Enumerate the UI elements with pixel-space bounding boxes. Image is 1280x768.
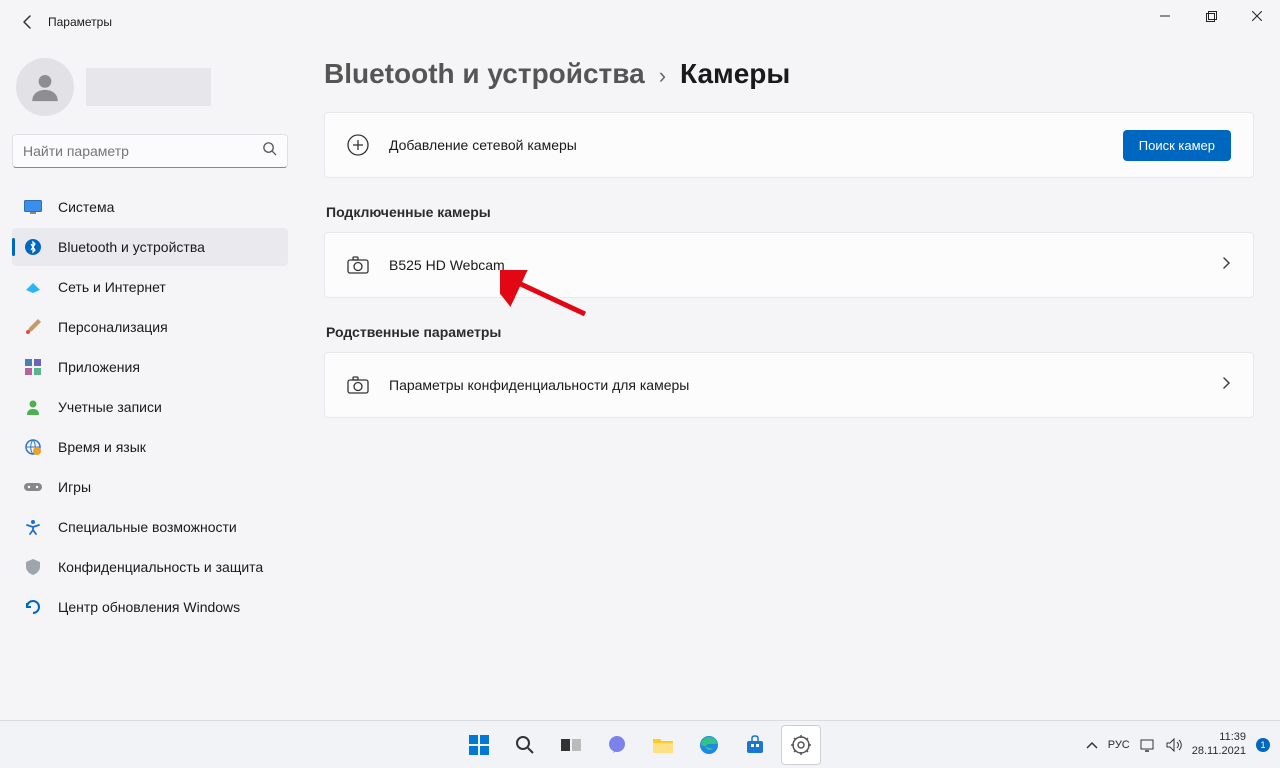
network-icon[interactable] xyxy=(1140,738,1156,752)
connected-cameras-heading: Подключенные камеры xyxy=(326,204,1254,220)
breadcrumb: Bluetooth и устройства › Камеры xyxy=(324,58,1254,90)
sidebar-item-system[interactable]: Система xyxy=(12,188,288,226)
folder-icon xyxy=(652,736,674,754)
related-settings-heading: Родственные параметры xyxy=(326,324,1254,340)
sidebar-item-label: Конфиденциальность и защита xyxy=(58,559,263,575)
sidebar-item-label: Персонализация xyxy=(58,319,168,335)
plus-circle-icon xyxy=(347,134,369,156)
gamepad-icon xyxy=(24,478,42,496)
window-title: Параметры xyxy=(48,15,112,29)
arrow-left-icon xyxy=(20,14,36,30)
tray-clock[interactable]: 11:39 28.11.2021 xyxy=(1192,731,1246,757)
avatar xyxy=(16,58,74,116)
update-icon xyxy=(24,598,42,616)
globe-icon xyxy=(24,438,42,456)
minimize-icon xyxy=(1160,11,1170,21)
sidebar-item-personalization[interactable]: Персонализация xyxy=(12,308,288,346)
edge-icon xyxy=(699,735,719,755)
sidebar-item-accounts[interactable]: Учетные записи xyxy=(12,388,288,426)
sidebar-item-network[interactable]: Сеть и Интернет xyxy=(12,268,288,306)
maximize-icon xyxy=(1206,11,1217,22)
taskbar-search[interactable] xyxy=(505,725,545,765)
accessibility-icon xyxy=(24,518,42,536)
search-icon xyxy=(515,735,535,755)
sidebar-item-windows-update[interactable]: Центр обновления Windows xyxy=(12,588,288,626)
chevron-right-icon xyxy=(1221,256,1231,275)
sidebar-item-gaming[interactable]: Игры xyxy=(12,468,288,506)
add-camera-label: Добавление сетевой камеры xyxy=(389,137,1123,153)
search-input[interactable] xyxy=(23,143,262,159)
chat-icon xyxy=(607,735,627,755)
sidebar-item-label: Специальные возможности xyxy=(58,519,237,535)
sidebar-item-label: Игры xyxy=(58,479,91,495)
taskbar-center xyxy=(459,725,821,765)
notification-badge[interactable]: 1 xyxy=(1256,738,1270,752)
camera-icon xyxy=(347,254,369,276)
sidebar-item-accessibility[interactable]: Специальные возможности xyxy=(12,508,288,546)
chevron-right-icon: › xyxy=(659,63,666,89)
camera-item[interactable]: B525 HD Webcam xyxy=(324,232,1254,298)
taskbar-settings[interactable] xyxy=(781,725,821,765)
close-button[interactable] xyxy=(1234,0,1280,32)
tray-date: 28.11.2021 xyxy=(1192,745,1246,758)
apps-icon xyxy=(24,358,42,376)
taskview-icon xyxy=(561,737,581,753)
sidebar-item-label: Время и язык xyxy=(58,439,146,455)
sidebar-item-label: Система xyxy=(58,199,114,215)
close-icon xyxy=(1252,11,1262,21)
privacy-settings-item[interactable]: Параметры конфиденциальности для камеры xyxy=(324,352,1254,418)
windows-icon xyxy=(468,734,490,756)
maximize-button[interactable] xyxy=(1188,0,1234,32)
sidebar: Система Bluetooth и устройства Сеть и Ин… xyxy=(0,44,300,628)
sidebar-item-label: Bluetooth и устройства xyxy=(58,239,205,255)
sidebar-item-bluetooth[interactable]: Bluetooth и устройства xyxy=(12,228,288,266)
taskbar-tray: РУС 11:39 28.11.2021 1 xyxy=(1086,731,1270,757)
start-button[interactable] xyxy=(459,725,499,765)
taskbar-edge[interactable] xyxy=(689,725,729,765)
tray-chevron-up-icon[interactable] xyxy=(1086,741,1098,749)
sidebar-item-label: Учетные записи xyxy=(58,399,162,415)
main-content: Bluetooth и устройства › Камеры Добавлен… xyxy=(300,44,1280,720)
sidebar-item-time-language[interactable]: Время и язык xyxy=(12,428,288,466)
display-icon xyxy=(24,198,42,216)
taskbar-chat[interactable] xyxy=(597,725,637,765)
user-block[interactable] xyxy=(16,58,284,116)
camera-icon xyxy=(347,374,369,396)
person-icon xyxy=(24,398,42,416)
add-network-camera-card: Добавление сетевой камеры Поиск камер xyxy=(324,112,1254,178)
taskbar: РУС 11:39 28.11.2021 1 xyxy=(0,720,1280,768)
find-cameras-button[interactable]: Поиск камер xyxy=(1123,130,1231,161)
sidebar-item-apps[interactable]: Приложения xyxy=(12,348,288,386)
taskbar-store[interactable] xyxy=(735,725,775,765)
taskbar-explorer[interactable] xyxy=(643,725,683,765)
sidebar-item-label: Сеть и Интернет xyxy=(58,279,166,295)
shield-icon xyxy=(24,558,42,576)
brush-icon xyxy=(24,318,42,336)
volume-icon[interactable] xyxy=(1166,738,1182,752)
gear-icon xyxy=(791,735,811,755)
tray-language[interactable]: РУС xyxy=(1108,739,1130,751)
bluetooth-icon xyxy=(24,238,42,256)
search-box[interactable] xyxy=(12,134,288,168)
taskbar-taskview[interactable] xyxy=(551,725,591,765)
window-controls xyxy=(1142,0,1280,32)
chevron-right-icon xyxy=(1221,376,1231,395)
titlebar: Параметры xyxy=(0,0,1280,44)
minimize-button[interactable] xyxy=(1142,0,1188,32)
sidebar-item-privacy[interactable]: Конфиденциальность и защита xyxy=(12,548,288,586)
sidebar-item-label: Приложения xyxy=(58,359,140,375)
tray-time: 11:39 xyxy=(1192,731,1246,744)
page-title: Камеры xyxy=(680,58,790,90)
camera-name: B525 HD Webcam xyxy=(389,257,1221,273)
sidebar-item-label: Центр обновления Windows xyxy=(58,599,240,615)
person-icon xyxy=(28,70,62,104)
store-icon xyxy=(745,735,765,755)
search-icon xyxy=(262,141,277,161)
related-setting-label: Параметры конфиденциальности для камеры xyxy=(389,377,1221,393)
breadcrumb-parent[interactable]: Bluetooth и устройства xyxy=(324,58,645,90)
back-button[interactable] xyxy=(8,6,48,38)
wifi-icon xyxy=(24,278,42,296)
user-name xyxy=(86,68,211,106)
